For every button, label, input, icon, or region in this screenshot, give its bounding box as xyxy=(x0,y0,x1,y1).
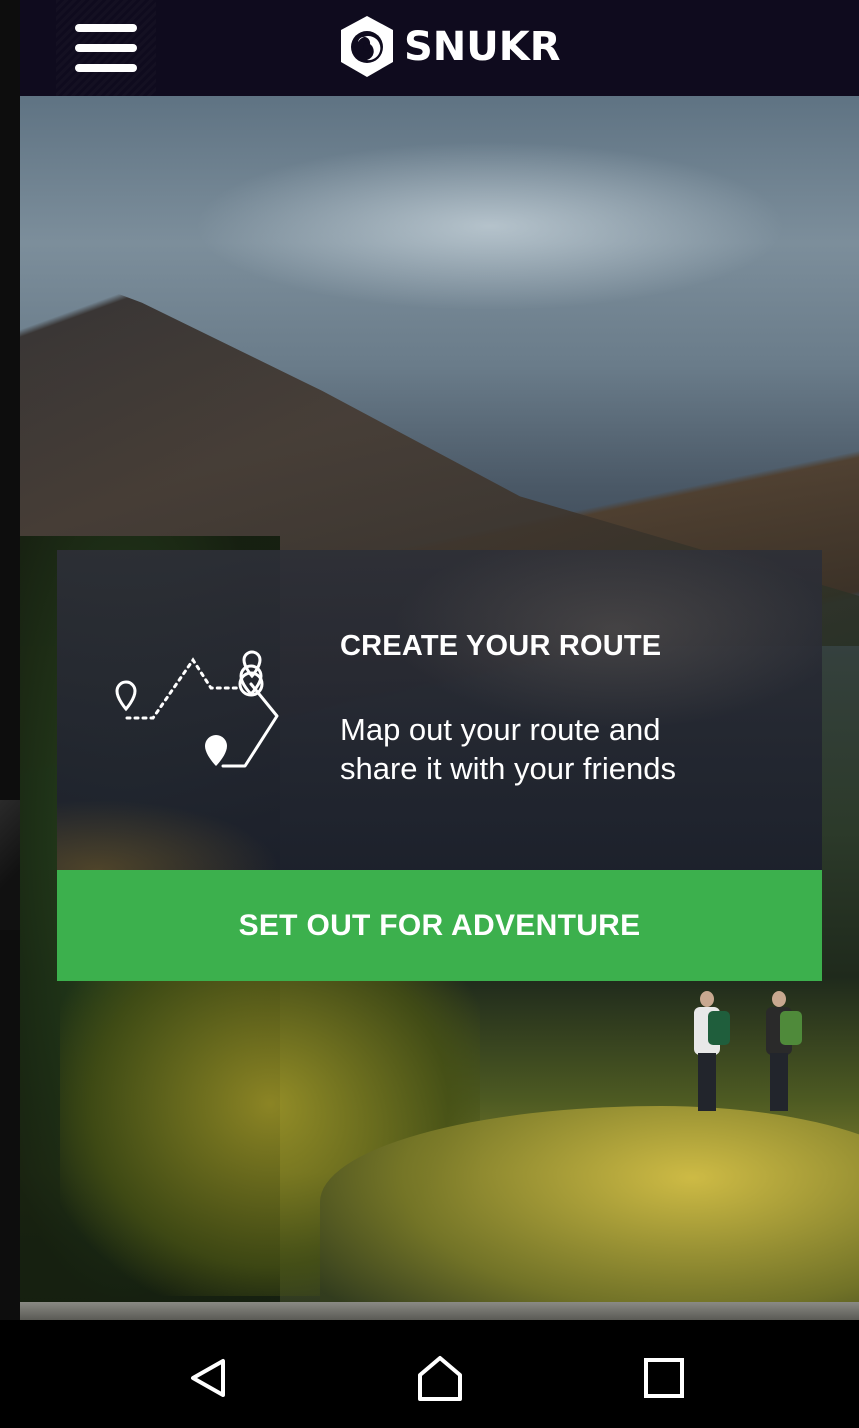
menu-button[interactable] xyxy=(56,0,156,96)
recents-button[interactable] xyxy=(634,1350,694,1406)
app-screen: SNUKR CREATE YOUR ROUTE Map out your rou… xyxy=(0,0,859,1428)
route-map-icon xyxy=(115,650,279,768)
card-description: Map out your route and share it with you… xyxy=(340,710,760,788)
snukr-logo-icon xyxy=(341,16,393,77)
back-button[interactable] xyxy=(178,1350,238,1406)
app-logo: SNUKR xyxy=(336,12,561,82)
system-navigation-bar xyxy=(0,1320,859,1428)
back-triangle-icon xyxy=(191,1359,225,1397)
card-text-line: share it with your friends xyxy=(340,751,676,786)
brand-name: SNUKR xyxy=(404,24,561,70)
feature-card: CREATE YOUR ROUTE Map out your route and… xyxy=(57,550,822,870)
hikers-image xyxy=(670,981,820,1111)
card-title: CREATE YOUR ROUTE xyxy=(340,630,662,662)
hamburger-menu-icon xyxy=(75,24,137,72)
drawer-edge xyxy=(0,0,20,1320)
set-out-for-adventure-button[interactable]: SET OUT FOR ADVENTURE xyxy=(57,870,822,981)
card-text-line: Map out your route and xyxy=(340,712,661,747)
home-button[interactable] xyxy=(410,1350,470,1406)
home-icon xyxy=(418,1356,462,1401)
top-app-bar: SNUKR xyxy=(20,0,859,96)
recents-square-icon xyxy=(644,1358,684,1398)
